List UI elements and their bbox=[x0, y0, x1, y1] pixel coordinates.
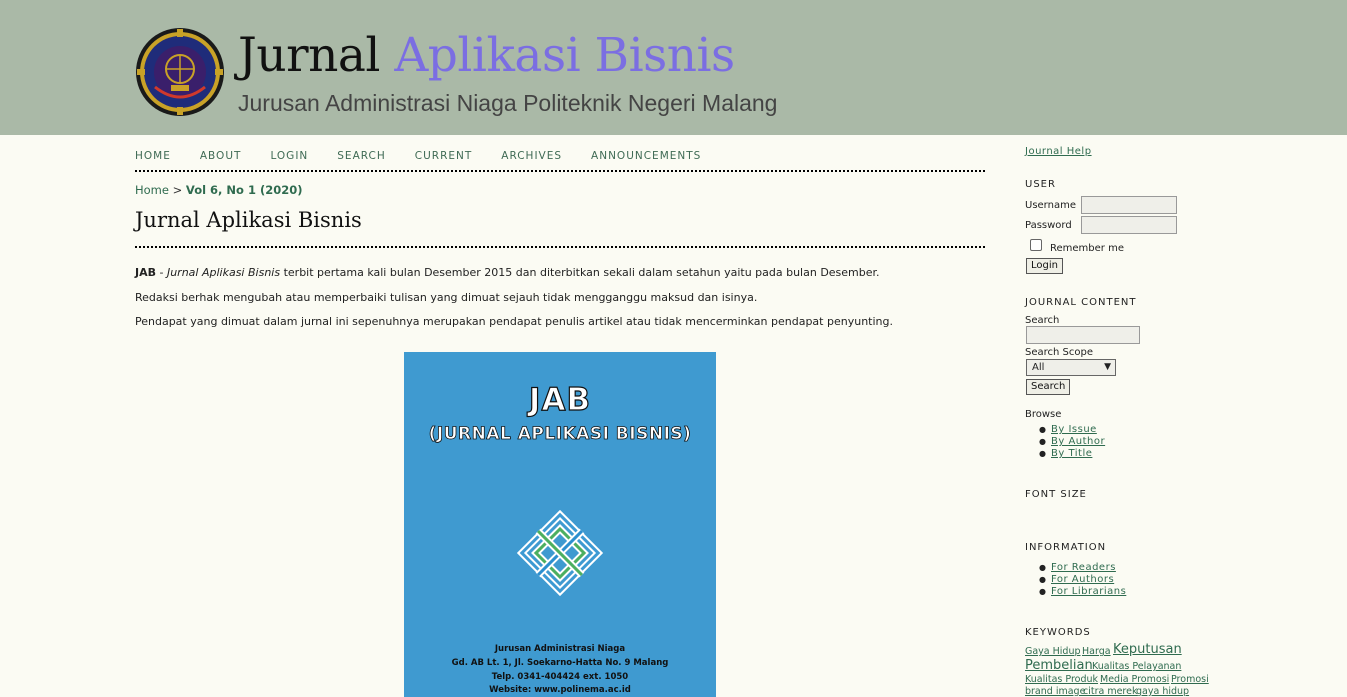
search-button[interactable]: Search bbox=[1026, 379, 1071, 395]
journal-cover-image: JAB (JURNAL APLIKASI BISNIS) Jurusan Adm… bbox=[404, 352, 716, 697]
polinema-logo[interactable] bbox=[135, 27, 225, 117]
information-heading: INFORMATION bbox=[1025, 542, 1107, 553]
page-title: Jurnal Aplikasi Bisnis bbox=[135, 208, 362, 232]
nav-search[interactable]: SEARCH bbox=[337, 150, 385, 170]
info-for-librarians[interactable]: For Librarians bbox=[1051, 586, 1126, 597]
keyword-link[interactable]: Harga bbox=[1082, 646, 1111, 657]
password-label: Password bbox=[1025, 220, 1072, 231]
intro-rest: terbit pertama kali bulan Desember 2015 … bbox=[280, 266, 880, 279]
keyword-link[interactable]: gaya hidup bbox=[1136, 686, 1189, 697]
intro-abbr: JAB bbox=[135, 266, 156, 279]
site-title-accent: Aplikasi Bisnis bbox=[394, 28, 735, 83]
cover-title: JAB bbox=[528, 381, 592, 418]
keyword-link[interactable]: Kualitas Pelayanan bbox=[1092, 661, 1181, 672]
intro-dash: - bbox=[156, 266, 167, 279]
search-scope-value: All bbox=[1032, 362, 1045, 373]
keyword-link[interactable]: Kualitas Produk bbox=[1025, 674, 1098, 685]
remember-me-checkbox[interactable] bbox=[1030, 239, 1042, 251]
cover-phone: Telp. 0341-404424 ext. 1050 bbox=[491, 672, 629, 682]
browse-by-author[interactable]: By Author bbox=[1051, 436, 1105, 447]
login-button[interactable]: Login bbox=[1026, 258, 1063, 274]
nav-login[interactable]: LOGIN bbox=[270, 150, 308, 170]
main-navigation: HOME ABOUT LOGIN SEARCH CURRENT ARCHIVES… bbox=[135, 150, 985, 172]
bullet-icon: ● bbox=[1039, 449, 1046, 458]
user-heading: USER bbox=[1025, 179, 1056, 190]
bullet-icon: ● bbox=[1039, 575, 1046, 584]
editorial-paragraph: Redaksi berhak mengubah atau memperbaiki… bbox=[135, 291, 758, 304]
nav-archives[interactable]: ARCHIVES bbox=[501, 150, 562, 170]
info-for-readers[interactable]: For Readers bbox=[1051, 562, 1116, 573]
site-subtitle: Jurusan Administrasi Niaga Politeknik Ne… bbox=[238, 90, 778, 116]
browse-by-issue[interactable]: By Issue bbox=[1051, 424, 1097, 435]
breadcrumb-home[interactable]: Home bbox=[135, 183, 169, 197]
username-input[interactable] bbox=[1081, 196, 1177, 214]
breadcrumb: Home > Vol 6, No 1 (2020) bbox=[135, 183, 302, 197]
search-scope-label: Search Scope bbox=[1025, 347, 1093, 358]
nav-announcements[interactable]: ANNOUNCEMENTS bbox=[591, 150, 701, 170]
cover-dept: Jurusan Administrasi Niaga bbox=[494, 644, 626, 654]
bullet-icon: ● bbox=[1039, 563, 1046, 572]
browse-by-title[interactable]: By Title bbox=[1051, 448, 1092, 459]
username-label: Username bbox=[1025, 200, 1076, 211]
intro-journal-name: Jurnal Aplikasi Bisnis bbox=[166, 266, 281, 279]
search-scope-select[interactable]: All ▼ bbox=[1026, 359, 1116, 376]
keyword-link[interactable]: brand image bbox=[1025, 686, 1085, 697]
chevron-down-icon: ▼ bbox=[1104, 362, 1111, 372]
nav-about[interactable]: ABOUT bbox=[200, 150, 242, 170]
info-for-authors[interactable]: For Authors bbox=[1051, 574, 1114, 585]
keyword-link[interactable]: Keputusan bbox=[1113, 642, 1182, 657]
bullet-icon: ● bbox=[1039, 425, 1046, 434]
nav-current[interactable]: CURRENT bbox=[415, 150, 473, 170]
breadcrumb-current[interactable]: Vol 6, No 1 (2020) bbox=[186, 183, 303, 197]
search-label: Search bbox=[1025, 315, 1060, 326]
bullet-icon: ● bbox=[1039, 587, 1046, 596]
nav-home[interactable]: HOME bbox=[135, 150, 171, 170]
journal-help-link[interactable]: Journal Help bbox=[1025, 146, 1092, 157]
search-input[interactable] bbox=[1026, 326, 1140, 344]
disclaimer-paragraph: Pendapat yang dimuat dalam jurnal ini se… bbox=[135, 315, 893, 328]
keyword-link[interactable]: Pembelian bbox=[1025, 658, 1093, 673]
intro-paragraph: JAB - Jurnal Aplikasi Bisnis terbit pert… bbox=[135, 266, 880, 279]
site-title-main: Jurnal bbox=[238, 28, 380, 83]
password-input[interactable] bbox=[1081, 216, 1177, 234]
journal-content-heading: JOURNAL CONTENT bbox=[1025, 297, 1137, 308]
breadcrumb-separator: > bbox=[172, 183, 183, 197]
keyword-link[interactable]: Promosi bbox=[1171, 674, 1209, 685]
cover-subtitle: (JURNAL APLIKASI BISNIS) bbox=[428, 424, 692, 445]
cover-website: Website: www.polinema.ac.id bbox=[489, 685, 631, 695]
keywords-heading: KEYWORDS bbox=[1025, 627, 1091, 638]
font-size-heading: FONT SIZE bbox=[1025, 489, 1087, 500]
remember-me-label: Remember me bbox=[1050, 243, 1124, 254]
browse-label: Browse bbox=[1025, 409, 1062, 420]
cover-knot-icon bbox=[517, 510, 603, 596]
keyword-link[interactable]: citra merek bbox=[1083, 686, 1137, 697]
bullet-icon: ● bbox=[1039, 437, 1046, 446]
keyword-link[interactable]: Media Promosi bbox=[1100, 674, 1169, 685]
keyword-link[interactable]: Gaya Hidup bbox=[1025, 646, 1081, 657]
cover-address: Gd. AB Lt. 1, Jl. Soekarno-Hatta No. 9 M… bbox=[451, 658, 669, 668]
site-header: Jurnal Aplikasi Bisnis Jurusan Administr… bbox=[0, 0, 1347, 135]
title-divider bbox=[135, 246, 985, 248]
site-title: Jurnal Aplikasi Bisnis bbox=[238, 28, 735, 83]
